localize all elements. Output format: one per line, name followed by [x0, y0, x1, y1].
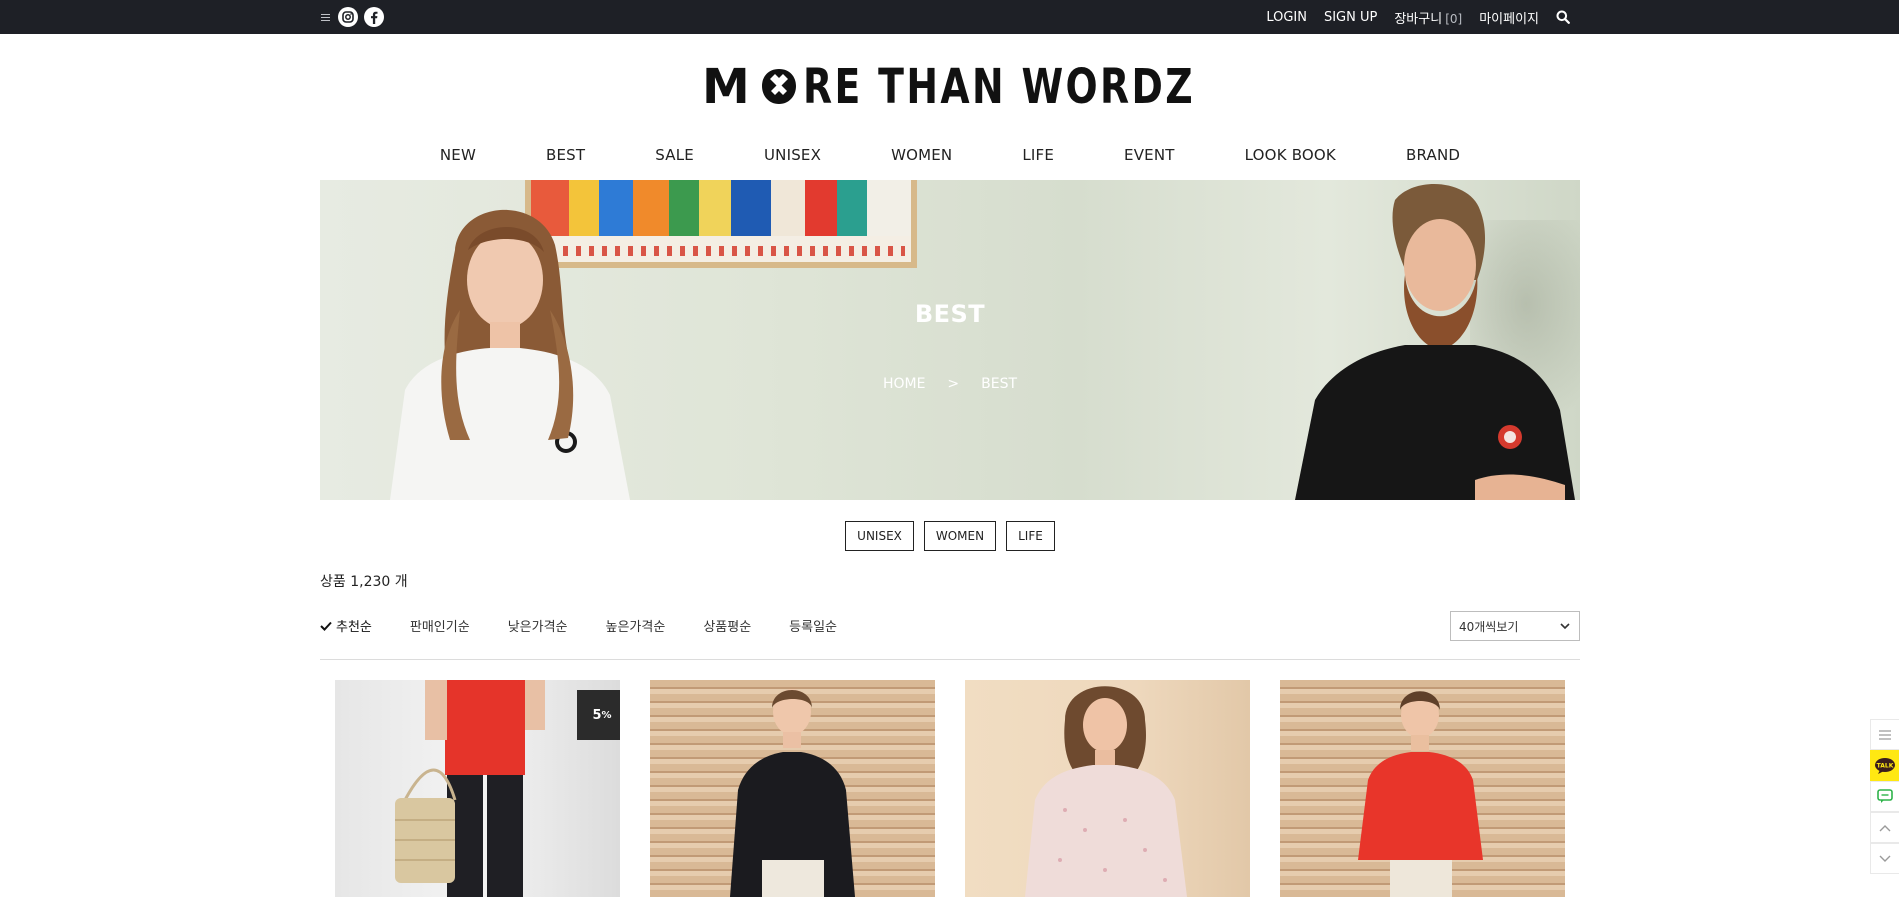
discount-unit: %	[601, 709, 612, 721]
nav-item-unisex[interactable]: UNISEX	[764, 146, 821, 176]
model-man-image	[1295, 183, 1575, 500]
signup-link[interactable]: SIGN UP	[1324, 10, 1377, 25]
sort-option-label: 상품평순	[703, 620, 752, 635]
product-count: 상품 1,230 개	[320, 571, 408, 591]
quick-menu: TALK	[1870, 719, 1899, 874]
sort-option-label: 낮은가격순	[507, 620, 568, 635]
hamburger-icon[interactable]	[320, 12, 332, 22]
instagram-icon[interactable]	[338, 7, 358, 27]
scroll-down-icon[interactable]	[1870, 843, 1899, 874]
main-navigation: NEW BEST SALE UNISEX WOMEN LIFE EVENT LOOK BOOK…	[320, 146, 1580, 176]
sort-option[interactable]: 높은가격순	[606, 616, 666, 635]
model-woman-image	[390, 209, 630, 500]
checkmark-icon	[320, 621, 332, 631]
product-model-image	[1358, 691, 1483, 897]
product-card[interactable]: 5%	[335, 680, 620, 897]
nav-item-new[interactable]: NEW	[440, 146, 476, 176]
nav-item-look-book[interactable]: LOOK BOOK	[1245, 146, 1336, 176]
discount-value: 5	[592, 707, 602, 723]
category-button-unisex[interactable]: UNISEX	[845, 521, 914, 551]
sort-option-label: 추천순	[336, 620, 372, 635]
nav-item-best[interactable]: BEST	[546, 146, 585, 176]
kakao-talk-text: TALK	[1877, 762, 1894, 769]
sort-option-label: 등록일순	[789, 620, 838, 635]
top-bar: LOGIN SIGN UP 장바구니 [0] 마이페이지	[0, 0, 1899, 34]
chat-icon[interactable]	[1870, 781, 1899, 812]
login-link[interactable]: LOGIN	[1266, 10, 1307, 25]
product-card[interactable]	[965, 680, 1250, 897]
scroll-up-icon[interactable]	[1870, 812, 1899, 843]
top-bar-links: LOGIN SIGN UP 장바구니 [0] 마이페이지	[1249, 0, 1572, 34]
product-card[interactable]	[650, 680, 935, 897]
svg-text:RE THAN WORDZ: RE THAN WORDZ	[803, 63, 1195, 107]
breadcrumb-home[interactable]: HOME	[883, 376, 925, 392]
nav-item-brand[interactable]: BRAND	[1406, 146, 1460, 176]
brand-logo[interactable]: M RE THAN WORDZ	[702, 63, 1198, 107]
nav-item-life[interactable]: LIFE	[1022, 146, 1054, 176]
kakao-talk-icon[interactable]: TALK	[1870, 750, 1899, 781]
mypage-link[interactable]: 마이페이지	[1479, 8, 1539, 27]
cart-count: [0]	[1445, 11, 1463, 26]
per-page-value: 40개씩보기	[1459, 619, 1519, 634]
best-banner: BEST HOME > BEST	[320, 180, 1580, 500]
nav-item-sale[interactable]: SALE	[655, 146, 694, 176]
per-page-select[interactable]: 40개씩보기	[1450, 611, 1580, 641]
product-model-image	[730, 689, 855, 897]
discount-badge: 5%	[577, 690, 620, 740]
breadcrumb: HOME > BEST	[320, 376, 1580, 392]
product-card[interactable]	[1280, 680, 1565, 897]
sort-bar: 추천순 판매인기순 낮은가격순 높은가격순 상품평순 등록일순 40개씩보기	[320, 611, 1580, 660]
cart-label: 장바구니	[1394, 11, 1443, 27]
product-count-value: 1,230	[350, 574, 391, 590]
product-count-unit: 개	[394, 574, 408, 590]
product-model-image	[1025, 686, 1187, 897]
category-button-life[interactable]: LIFE	[1006, 521, 1055, 551]
breadcrumb-separator: >	[947, 376, 960, 392]
sort-option-label: 높은가격순	[605, 620, 666, 635]
category-filter: UNISEX WOMEN LIFE	[320, 521, 1580, 551]
sort-options: 추천순 판매인기순 낮은가격순 높은가격순 상품평순 등록일순	[320, 616, 875, 635]
sort-option[interactable]: 추천순	[320, 616, 372, 635]
sort-option-label: 판매인기순	[409, 620, 470, 635]
product-count-label: 상품	[320, 574, 346, 590]
sort-option[interactable]: 등록일순	[789, 616, 837, 635]
nav-item-women[interactable]: WOMEN	[891, 146, 952, 176]
sort-option[interactable]: 판매인기순	[410, 616, 470, 635]
banner-title: BEST	[914, 300, 986, 328]
sort-option[interactable]: 상품평순	[703, 616, 751, 635]
svg-text:M: M	[702, 63, 753, 107]
facebook-icon[interactable]	[364, 7, 384, 27]
nav-item-event[interactable]: EVENT	[1124, 146, 1175, 176]
cart-link[interactable]: 장바구니 [0]	[1394, 8, 1462, 27]
breadcrumb-current[interactable]: BEST	[981, 376, 1017, 392]
sort-option[interactable]: 낮은가격순	[508, 616, 568, 635]
category-button-women[interactable]: WOMEN	[923, 521, 997, 551]
chevron-down-icon	[1559, 620, 1571, 635]
top-bar-left	[320, 5, 384, 29]
search-icon[interactable]	[1556, 9, 1572, 25]
list-icon[interactable]	[1870, 719, 1899, 750]
